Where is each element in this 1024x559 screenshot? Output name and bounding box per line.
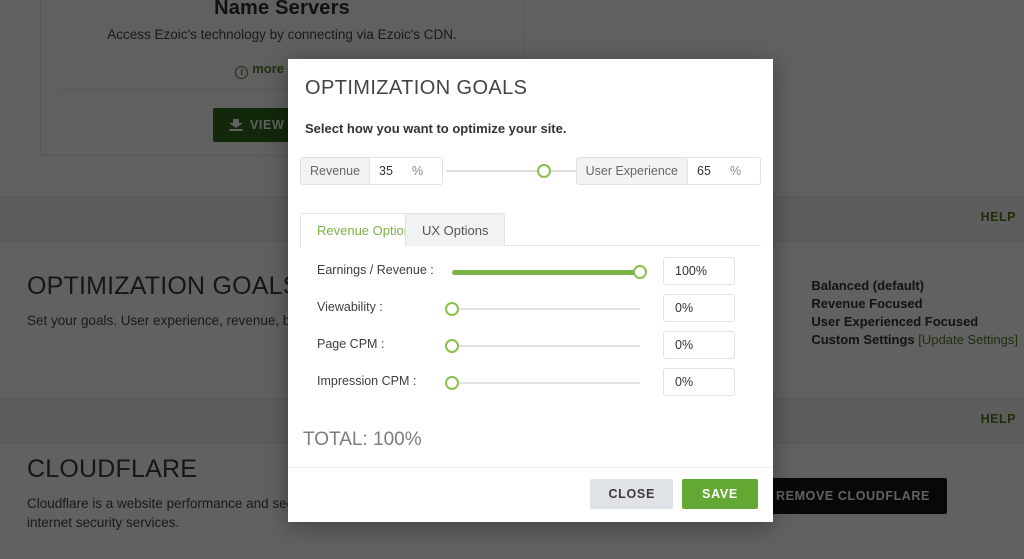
slider-fill bbox=[452, 269, 640, 275]
save-button[interactable]: SAVE bbox=[682, 479, 758, 509]
slider-row: Impression CPM : 0% bbox=[300, 368, 761, 398]
user-experience-label: User Experience bbox=[576, 158, 688, 184]
slider-handle[interactable] bbox=[633, 265, 647, 279]
slider-value-input[interactable]: 0% bbox=[663, 294, 735, 322]
slider-track[interactable] bbox=[452, 269, 640, 275]
slider-label: Impression CPM : bbox=[317, 374, 417, 388]
split-slider-handle[interactable] bbox=[536, 164, 551, 178]
close-button[interactable]: CLOSE bbox=[590, 479, 673, 509]
slider-label: Earnings / Revenue : bbox=[317, 263, 434, 277]
slider-label: Viewability : bbox=[317, 300, 383, 314]
optimization-goals-modal: OPTIMIZATION GOALS Select how you want t… bbox=[288, 59, 773, 522]
total-label: TOTAL: 100% bbox=[303, 429, 422, 450]
slider-row: Earnings / Revenue : 100% bbox=[300, 257, 761, 287]
user-experience-percent-sign: % bbox=[730, 158, 760, 184]
slider-value-input[interactable]: 0% bbox=[663, 368, 735, 396]
slider-handle[interactable] bbox=[445, 302, 459, 316]
modal-tabs: Revenue Options UX Options bbox=[300, 213, 761, 247]
slider-value-input[interactable]: 0% bbox=[663, 331, 735, 359]
slider-track[interactable] bbox=[452, 382, 640, 384]
slider-track[interactable] bbox=[452, 345, 640, 347]
slider-value-input[interactable]: 100% bbox=[663, 257, 735, 285]
slider-handle[interactable] bbox=[445, 339, 459, 353]
user-experience-input-group: User Experience 65 % bbox=[575, 157, 761, 185]
slider-row: Viewability : 0% bbox=[300, 294, 761, 324]
modal-footer: CLOSE SAVE bbox=[288, 467, 773, 522]
revenue-value[interactable]: 35 bbox=[370, 158, 413, 184]
user-experience-value[interactable]: 65 bbox=[688, 158, 730, 184]
slider-row: Page CPM : 0% bbox=[300, 331, 761, 361]
revenue-input-group: Revenue 35 % bbox=[300, 157, 444, 185]
screen: Name Servers Access Ezoic's technology b… bbox=[0, 0, 1024, 559]
revenue-label: Revenue bbox=[301, 158, 371, 184]
revenue-percent-sign: % bbox=[412, 158, 443, 184]
slider-track[interactable] bbox=[452, 308, 640, 310]
tab-ux-options[interactable]: UX Options bbox=[405, 213, 506, 246]
modal-title: OPTIMIZATION GOALS bbox=[305, 77, 528, 99]
slider-handle[interactable] bbox=[445, 376, 459, 390]
revenue-ux-split-row: Revenue 35 % User Experience 65 % bbox=[300, 157, 761, 185]
modal-subtitle: Select how you want to optimize your sit… bbox=[305, 121, 567, 136]
slider-label: Page CPM : bbox=[317, 337, 385, 351]
